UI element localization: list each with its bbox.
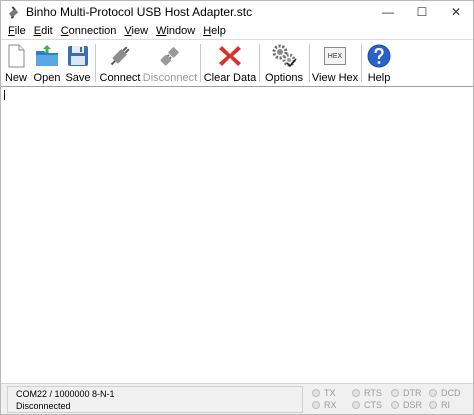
led-rx: RX xyxy=(312,400,337,410)
led-dsr-indicator xyxy=(391,401,399,409)
view-hex-label: View Hex xyxy=(311,72,359,84)
close-icon: ✕ xyxy=(450,4,462,19)
menu-file[interactable]: File xyxy=(4,25,30,37)
gears-icon xyxy=(271,43,297,69)
led-ri: RI xyxy=(429,400,450,410)
view-hex-button[interactable]: HEX View Hex xyxy=(311,42,359,85)
title-bar[interactable]: Binho Multi-Protocol USB Host Adapter.st… xyxy=(1,1,473,22)
options-label: Options xyxy=(265,72,303,84)
hex-icon: HEX xyxy=(323,43,347,69)
plug-app-icon xyxy=(7,5,21,19)
led-ri-indicator xyxy=(429,401,437,409)
help-button[interactable]: Help xyxy=(367,42,391,85)
open-label: Open xyxy=(33,72,61,84)
connection-state-text: Disconnected xyxy=(16,401,71,411)
menu-edit[interactable]: Edit xyxy=(30,25,57,37)
save-button[interactable]: Save xyxy=(65,42,91,85)
open-folder-icon xyxy=(34,43,60,69)
led-dtr: DTR xyxy=(391,388,422,398)
menu-window[interactable]: Window xyxy=(152,25,199,37)
connect-plug-icon xyxy=(107,43,133,69)
toolbar-separator xyxy=(200,44,201,82)
port-settings-text: COM22 / 1000000 8-N-1 xyxy=(16,389,115,399)
disconnect-plug-icon xyxy=(157,43,183,69)
maximize-button[interactable]: ☐ xyxy=(405,1,439,22)
disconnect-button[interactable]: Disconnect xyxy=(142,42,198,85)
led-cts: CTS xyxy=(352,400,382,410)
led-tx-indicator xyxy=(312,389,320,397)
clear-data-button[interactable]: Clear Data xyxy=(203,42,257,85)
led-dcd: DCD xyxy=(429,388,461,398)
clear-x-icon xyxy=(217,43,243,69)
toolbar-separator xyxy=(309,44,310,82)
minimize-icon: — xyxy=(382,4,394,19)
toolbar-separator xyxy=(361,44,362,82)
maximize-icon: ☐ xyxy=(416,4,428,19)
status-bar: COM22 / 1000000 8-N-1 Disconnected TX RX… xyxy=(1,383,473,414)
options-button[interactable]: Options xyxy=(265,42,303,85)
minimize-button[interactable]: — xyxy=(371,1,405,22)
led-rts: RTS xyxy=(352,388,382,398)
toolbar-separator xyxy=(259,44,260,82)
led-dsr: DSR xyxy=(391,400,422,410)
save-disk-icon xyxy=(65,43,91,69)
text-caret xyxy=(4,90,5,100)
save-label: Save xyxy=(65,72,91,84)
new-button[interactable]: New xyxy=(4,42,28,85)
menu-view[interactable]: View xyxy=(120,25,152,37)
new-document-icon xyxy=(3,43,29,69)
signal-indicators: TX RX RTS CTS DTR DSR DCD RI xyxy=(308,386,468,413)
led-tx: TX xyxy=(312,388,336,398)
menu-help[interactable]: Help xyxy=(199,25,230,37)
close-button[interactable]: ✕ xyxy=(439,1,473,22)
hex-badge: HEX xyxy=(324,47,346,65)
app-window: Binho Multi-Protocol USB Host Adapter.st… xyxy=(0,0,474,415)
new-label: New xyxy=(4,72,27,84)
led-cts-indicator xyxy=(352,401,360,409)
toolbar-separator xyxy=(95,44,96,82)
open-button[interactable]: Open xyxy=(33,42,61,85)
toolbar: New Open Save Connect Disconnect Clear D… xyxy=(1,39,473,87)
connect-button[interactable]: Connect xyxy=(99,42,141,85)
connect-label: Connect xyxy=(99,72,141,84)
led-rts-indicator xyxy=(352,389,360,397)
status-panel: COM22 / 1000000 8-N-1 Disconnected xyxy=(7,386,303,413)
help-label: Help xyxy=(367,72,391,84)
help-question-icon xyxy=(366,43,392,69)
led-dcd-indicator xyxy=(429,389,437,397)
terminal-area[interactable] xyxy=(1,87,473,383)
window-title: Binho Multi-Protocol USB Host Adapter.st… xyxy=(26,4,253,19)
clear-data-label: Clear Data xyxy=(203,72,257,84)
disconnect-label: Disconnect xyxy=(142,72,198,84)
menu-bar: File Edit Connection View Window Help xyxy=(1,22,473,39)
menu-connection[interactable]: Connection xyxy=(57,25,121,37)
led-dtr-indicator xyxy=(391,389,399,397)
led-rx-indicator xyxy=(312,401,320,409)
